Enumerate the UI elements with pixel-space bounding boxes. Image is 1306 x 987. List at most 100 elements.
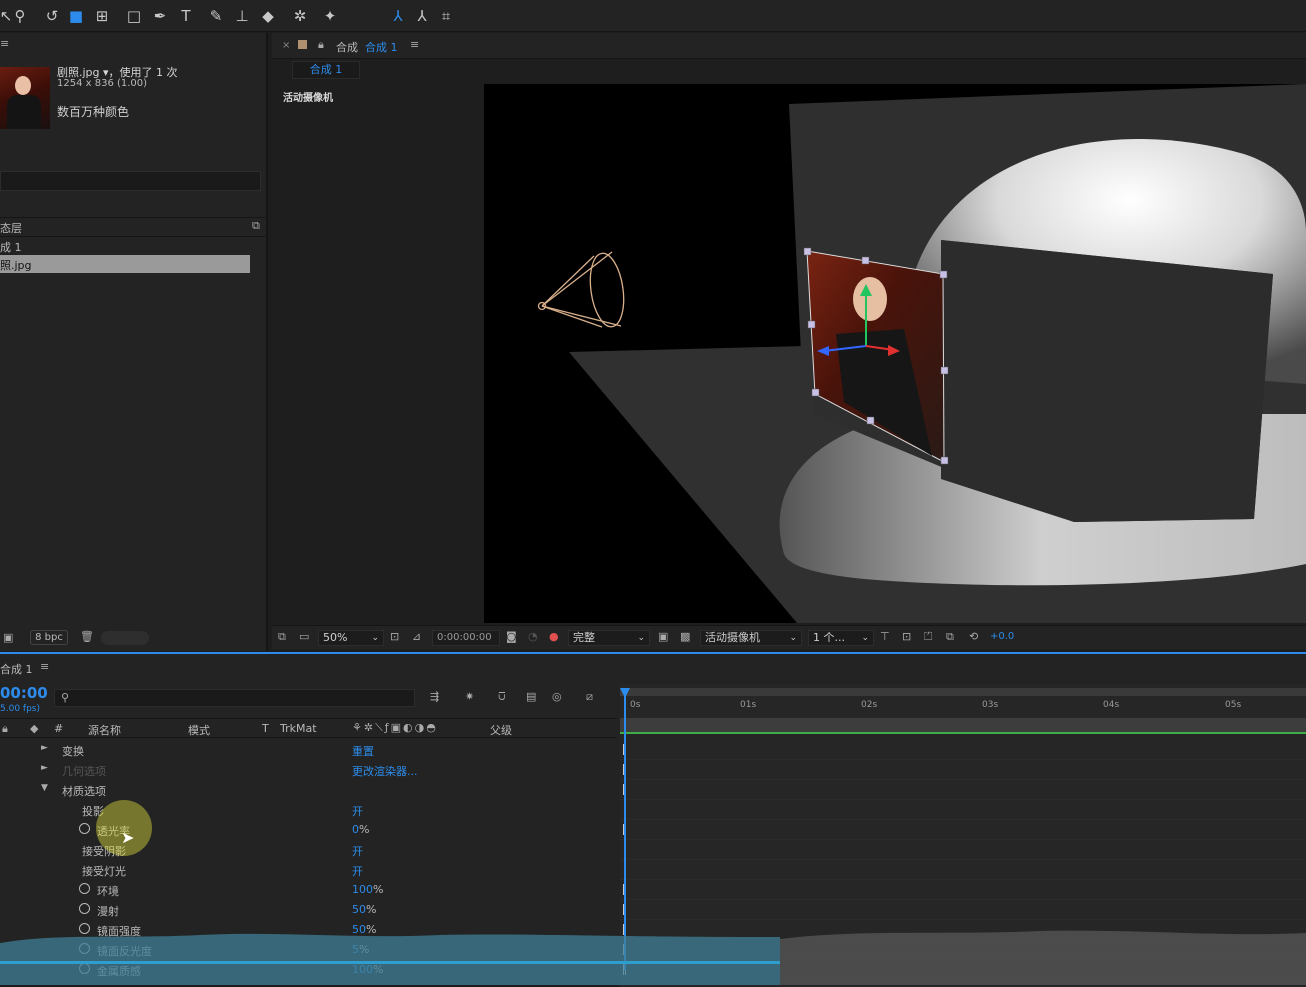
stopwatch-icon[interactable] [79, 823, 90, 834]
property-row[interactable]: 接受阴影 开 [0, 840, 617, 860]
stopwatch-icon[interactable] [79, 903, 90, 914]
current-time-field[interactable]: 0:00:00:00 [432, 630, 500, 646]
property-value[interactable]: 5% [352, 943, 369, 956]
property-track[interactable] [620, 960, 1306, 980]
reset-exposure-icon[interactable]: ⟲ [969, 630, 978, 643]
timeline-icon[interactable]: ⏍ [924, 630, 932, 644]
property-value-number[interactable]: 100 [352, 883, 373, 896]
property-value-number[interactable]: 0 [352, 823, 359, 836]
tab-composition-1[interactable]: 合成 1 [365, 39, 398, 55]
toggle-pixel-aspect-icon[interactable]: ⊤ [880, 630, 890, 643]
property-track[interactable] [620, 920, 1306, 940]
region-of-interest-icon[interactable]: ▣ [658, 630, 668, 643]
zoom-icon[interactable]: ⚲ [10, 6, 30, 26]
rotate-icon[interactable]: ↺ [42, 6, 62, 26]
pen-icon[interactable]: ✒ [150, 6, 170, 26]
property-value[interactable]: 50% [352, 903, 376, 916]
shy-layers-icon[interactable]: ⩂ [498, 690, 506, 704]
stopwatch-icon[interactable] [79, 943, 90, 954]
camera-view-select[interactable]: 活动摄像机 ⌄ [700, 630, 802, 646]
property-row[interactable]: 接受灯光 开 [0, 860, 617, 880]
property-track[interactable] [620, 860, 1306, 880]
transparency-grid-icon[interactable]: ▩ [680, 630, 690, 643]
property-value-number[interactable]: 开 [352, 805, 363, 818]
property-value[interactable]: 开 [352, 803, 363, 819]
property-track[interactable] [620, 840, 1306, 860]
snapshot-icon[interactable]: ◙ [506, 630, 517, 643]
thumbnail-size-slider[interactable] [101, 631, 149, 645]
channel-icon[interactable]: ● [549, 630, 559, 643]
camera-icon[interactable]: ■ [66, 6, 86, 26]
collapse-arrow-icon[interactable]: ▼ [41, 783, 48, 793]
project-item-comp[interactable]: 成 1 [0, 239, 22, 255]
comp-canvas[interactable] [484, 84, 1306, 623]
property-row[interactable]: 镜面反光度 5% [0, 940, 617, 960]
property-value[interactable]: 50% [352, 923, 376, 936]
close-tab-icon[interactable]: × [282, 40, 290, 51]
frame-blending-icon[interactable]: ▤ [526, 690, 536, 703]
project-search-input[interactable] [0, 171, 261, 191]
eraser-icon[interactable]: ◆ [258, 6, 278, 26]
pan-behind-icon[interactable]: ⊞ [92, 6, 112, 26]
column-trkmat[interactable]: TrkMat [280, 722, 317, 735]
brush-icon[interactable]: ✎ [206, 6, 226, 26]
property-value[interactable]: 开 [352, 863, 363, 879]
playhead-line[interactable] [624, 690, 626, 970]
property-value[interactable]: 更改渲染器... [352, 763, 418, 779]
property-row[interactable]: ► 变换 重置 [0, 740, 617, 760]
property-row[interactable]: 金属质感 100% [0, 960, 617, 980]
property-value-number[interactable]: 开 [352, 845, 363, 858]
property-track[interactable] [620, 740, 1306, 760]
graph-editor-icon[interactable]: ⧄ [586, 690, 593, 704]
column-source-name[interactable]: 源名称 [88, 722, 121, 738]
property-value[interactable]: 100% [352, 963, 383, 976]
property-track[interactable] [620, 760, 1306, 780]
resolution-select[interactable]: 完整 ⌄ [568, 630, 650, 646]
text-icon[interactable]: T [176, 6, 196, 26]
property-row[interactable]: ▼ 材质选项 [0, 780, 617, 800]
switches-icons[interactable]: ⚘✲⟍ƒ▣◐◑◓ [352, 721, 438, 735]
flowchart-icon[interactable]: ⧉ [946, 630, 954, 644]
column-mode[interactable]: 模式 [188, 722, 210, 738]
property-row[interactable]: 环境 100% [0, 880, 617, 900]
tab-menu-icon[interactable]: ≡ [40, 660, 49, 673]
fit-view-icon[interactable]: ⊡ [390, 630, 399, 643]
column-name-label[interactable]: 态层 [0, 220, 22, 236]
current-timecode[interactable]: 00:00 [0, 684, 48, 702]
zoom-select[interactable]: 50% ⌄ [318, 630, 384, 646]
time-graph[interactable]: 0s 01s 02s 03s 04s 05s [620, 684, 1306, 987]
world-axis-icon[interactable]: ⅄ [412, 6, 432, 26]
stopwatch-icon[interactable] [79, 923, 90, 934]
local-axis-icon[interactable]: ⅄ [388, 6, 408, 26]
property-value-number[interactable]: 100 [352, 963, 373, 976]
rectangle-icon[interactable]: □ [124, 6, 144, 26]
monitor-icon[interactable]: ▭ [299, 630, 309, 643]
roto-brush-icon[interactable]: ✲ [290, 6, 310, 26]
comp-mini-flowchart-icon[interactable]: ⇶ [430, 690, 439, 703]
expand-arrow-icon[interactable]: ► [41, 743, 48, 753]
property-row[interactable]: 透光率 0% [0, 820, 617, 840]
property-value-number[interactable]: 5 [352, 943, 359, 956]
draft-3d-icon[interactable]: ✷ [465, 690, 474, 703]
flowchart-icon[interactable]: ⧉ [252, 219, 260, 233]
trash-icon[interactable]: 🗑 [80, 630, 94, 643]
project-item-selected-row[interactable]: 照.jpg [0, 255, 250, 273]
motion-blur-icon[interactable]: ◎ [552, 690, 562, 703]
property-row[interactable]: 镜面强度 50% [0, 920, 617, 940]
lock-icon[interactable]: 🔒︎ [318, 38, 324, 52]
property-value-number[interactable]: 50 [352, 923, 366, 936]
property-row[interactable]: 漫射 50% [0, 900, 617, 920]
timeline-comp-tab[interactable]: 合成 1 [0, 661, 33, 677]
property-track[interactable] [620, 800, 1306, 820]
comp-navigator-tab[interactable]: 合成 1 [292, 61, 360, 79]
property-value[interactable]: 0% [352, 823, 369, 836]
view-layout-select[interactable]: 1 个... ⌄ [808, 630, 874, 646]
property-track[interactable] [620, 940, 1306, 960]
fast-previews-icon[interactable]: ⊡ [902, 630, 911, 643]
show-snapshot-icon[interactable]: ◔ [528, 630, 538, 643]
always-preview-icon[interactable]: ⧉ [278, 630, 286, 644]
time-ruler[interactable]: 0s 01s 02s 03s 04s 05s [620, 688, 1306, 714]
label-icon[interactable]: ◆ [30, 722, 38, 735]
clone-stamp-icon[interactable]: ⊥ [232, 6, 252, 26]
safe-zones-icon[interactable]: ⊿ [412, 630, 421, 643]
